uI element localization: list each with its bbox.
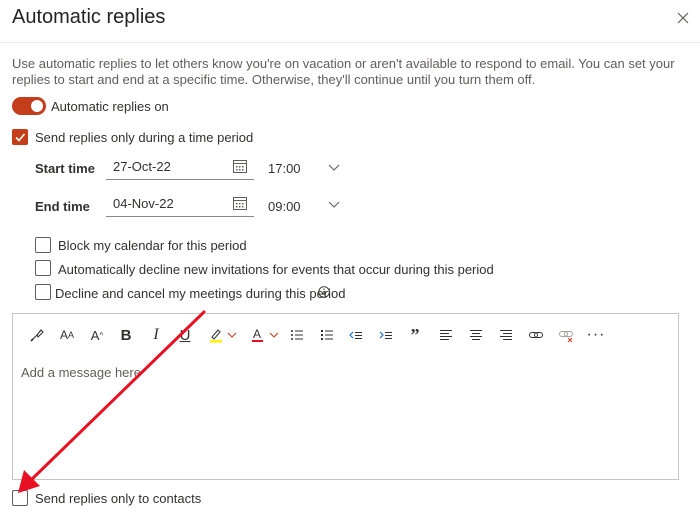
- checkmark-icon: [15, 133, 26, 142]
- dialog-title: Automatic replies: [12, 6, 166, 28]
- more-icon[interactable]: ···: [586, 325, 606, 345]
- contacts-only-label: Send replies only to contacts: [35, 491, 202, 506]
- decline-cancel-meetings-checkbox[interactable]: [35, 284, 51, 300]
- automatic-replies-toggle[interactable]: [12, 97, 46, 115]
- svg-text:A: A: [253, 327, 261, 341]
- numbering-icon[interactable]: [317, 325, 337, 345]
- description-text: Use automatic replies to let others know…: [12, 56, 675, 87]
- message-placeholder: Add a message here: [21, 365, 141, 380]
- contacts-only-checkbox[interactable]: [12, 490, 28, 506]
- align-left-icon[interactable]: [436, 325, 456, 345]
- time-period-label: Send replies only during a time period: [35, 130, 254, 145]
- block-calendar-label: Block my calendar for this period: [58, 238, 247, 253]
- calendar-icon[interactable]: [232, 158, 248, 179]
- message-editor[interactable]: AA A ^ B I U A ” ··· Add a message here: [12, 313, 679, 480]
- font-size-icon[interactable]: AA: [57, 325, 77, 345]
- toggle-knob: [31, 100, 43, 112]
- header-divider: [0, 42, 700, 43]
- decline-cancel-meetings-label: Decline and cancel my meetings during th…: [55, 286, 346, 301]
- increase-indent-icon[interactable]: [376, 325, 396, 345]
- grow-font-icon[interactable]: A ^: [87, 325, 107, 345]
- end-time-label: End time: [35, 199, 90, 214]
- start-date-field[interactable]: 27-Oct-22: [106, 156, 254, 180]
- quote-icon[interactable]: ”: [406, 325, 424, 345]
- decline-invitations-checkbox[interactable]: [35, 260, 51, 276]
- align-right-icon[interactable]: [496, 325, 516, 345]
- font-color-icon[interactable]: A: [248, 325, 282, 345]
- align-center-icon[interactable]: [466, 325, 486, 345]
- automatic-replies-label: Automatic replies on: [51, 99, 169, 114]
- block-calendar-checkbox[interactable]: [35, 237, 51, 253]
- end-time-value[interactable]: 09:00: [268, 199, 301, 214]
- info-icon[interactable]: [318, 285, 330, 303]
- highlight-icon[interactable]: [206, 325, 240, 345]
- decrease-indent-icon[interactable]: [346, 325, 366, 345]
- link-icon[interactable]: [526, 325, 546, 345]
- close-icon[interactable]: [672, 7, 694, 29]
- bullets-icon[interactable]: [287, 325, 307, 345]
- chevron-down-icon[interactable]: [327, 160, 341, 179]
- start-time-label: Start time: [35, 161, 95, 176]
- unlink-icon[interactable]: [556, 325, 576, 345]
- italic-icon[interactable]: I: [147, 325, 165, 345]
- decline-invitations-label: Automatically decline new invitations fo…: [58, 262, 494, 277]
- calendar-icon[interactable]: [232, 195, 248, 216]
- chevron-down-icon[interactable]: [327, 197, 341, 216]
- end-date-field[interactable]: 04-Nov-22: [106, 193, 254, 217]
- underline-icon[interactable]: U: [176, 325, 194, 345]
- format-painter-icon[interactable]: [27, 325, 47, 345]
- start-time-value[interactable]: 17:00: [268, 161, 301, 176]
- bold-icon[interactable]: B: [117, 325, 135, 345]
- start-date-value: 27-Oct-22: [113, 159, 171, 174]
- time-period-checkbox[interactable]: [12, 129, 28, 145]
- end-date-value: 04-Nov-22: [113, 196, 174, 211]
